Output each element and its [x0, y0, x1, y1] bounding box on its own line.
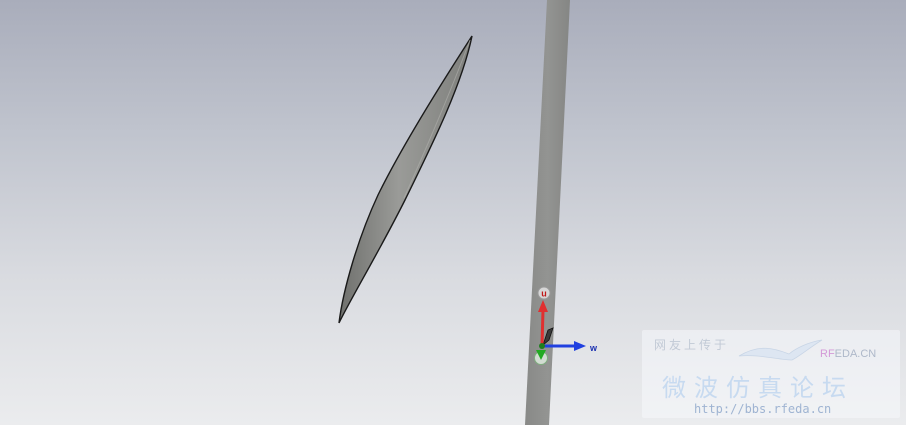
- lens-element[interactable]: [338, 35, 473, 324]
- watermark-brand-prefix: RF: [820, 348, 835, 360]
- watermark: 网友上传于 RFEDA.CN 微波仿真论坛 http://bbs.rfeda.c…: [642, 330, 900, 418]
- watermark-url: http://bbs.rfeda.cn: [694, 402, 832, 416]
- bird-logo-icon: [738, 339, 823, 361]
- watermark-brand: RFEDA.CN: [820, 348, 876, 360]
- axis-triad: u w: [534, 286, 598, 365]
- watermark-upload-text: 网友上传于: [654, 338, 730, 352]
- watermark-title: 微波仿真论坛: [662, 374, 854, 402]
- origin-dot: [539, 343, 545, 349]
- w-axis-arrow: [574, 341, 586, 351]
- u-axis-label: u: [541, 289, 547, 299]
- u-axis-line: [540, 309, 545, 347]
- w-axis-label: w: [589, 343, 598, 353]
- watermark-brand-rest: EDA.CN: [834, 348, 877, 360]
- 3d-viewport[interactable]: u w 网友上传于 RFEDA.CN 微波仿真论坛 http://bbs.rfe…: [0, 0, 906, 425]
- strip-conductor[interactable]: [525, 0, 570, 425]
